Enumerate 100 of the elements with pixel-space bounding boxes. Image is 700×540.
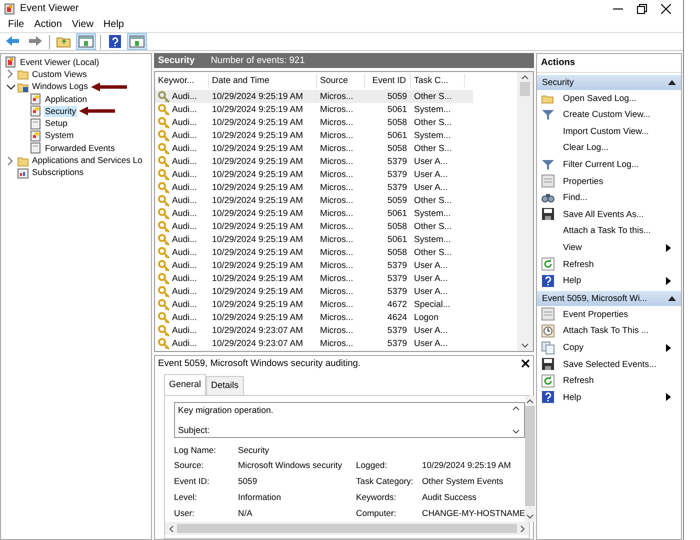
section-header[interactable]: Event 5059, Microsoft Wi... <box>537 291 681 306</box>
column-header[interactable]: Keywor... <box>155 74 209 88</box>
menu-item[interactable]: Help <box>98 17 129 32</box>
table-row[interactable]: Audi... 10/29/2024 9:25:19 AM Micros... 5058 Other S... <box>155 220 473 233</box>
command-link[interactable]: Clear Log... <box>537 140 681 156</box>
table-row[interactable]: Audi... 10/29/2024 9:25:19 AM Micros... 5379 User A... <box>155 168 473 181</box>
menu-item[interactable]: Action <box>29 17 67 32</box>
table-row[interactable]: Audi... 10/29/2024 9:25:19 AM Micros... 5061 System... <box>155 129 473 142</box>
scroll-down-icon[interactable] <box>526 514 534 520</box>
tree-item[interactable]: Application <box>44 94 88 105</box>
command-link[interactable]: Refresh <box>537 372 681 390</box>
tree-item[interactable]: Applications and Services Lo <box>31 155 144 166</box>
command-link[interactable]: Event Properties <box>537 306 681 323</box>
table-row[interactable]: Audi... 10/29/2024 9:23:07 AM Micros... 5379 User A... <box>155 337 473 350</box>
restore-icon[interactable] <box>637 4 647 14</box>
table-row[interactable]: Audi... 10/29/2024 9:25:19 AM Micros... 4624 Logon <box>155 311 473 324</box>
table-row[interactable]: Audi... 10/29/2024 9:25:19 AM Micros... 5379 User A... <box>155 181 473 194</box>
table-cell-text: 10/29/2024 9:25:19 AM <box>211 90 304 103</box>
menu-item[interactable]: File <box>3 17 30 32</box>
table-cell-text: Micros... <box>319 310 354 324</box>
table-cell-text: Audi... <box>171 168 197 181</box>
table-row[interactable]: Audi... 10/29/2024 9:25:19 AM Micros... 5061 System... <box>155 103 473 116</box>
tab[interactable]: General <box>164 374 206 394</box>
event-count: Number of events: 921 <box>210 54 305 67</box>
tree-item[interactable]: Custom Views <box>31 68 88 80</box>
scroll-up-icon[interactable] <box>521 74 529 80</box>
command-link[interactable]: Copy <box>537 339 681 356</box>
command-link[interactable]: Attach a Task To this... <box>537 222 681 240</box>
tree-item[interactable]: Setup <box>44 118 68 130</box>
column-header[interactable]: Task C... <box>411 74 465 88</box>
toolbar-button[interactable] <box>127 33 147 50</box>
command-link[interactable]: Import Custom View... <box>537 123 681 140</box>
column-header[interactable]: Date and Time <box>209 74 317 88</box>
command-link[interactable]: Attach Task To This ... <box>537 322 681 340</box>
field-value: Other System Events <box>422 475 504 488</box>
field-label: Computer: <box>356 507 398 520</box>
table-row[interactable]: Audi... 10/29/2024 9:25:19 AM Micros... 5058 Other S... <box>155 116 473 129</box>
table-row[interactable]: Audi... 10/29/2024 9:23:07 AM Micros... 5379 User A... <box>155 324 473 337</box>
table-row[interactable]: Audi... 10/29/2024 9:25:19 AM Micros... 4672 Special... <box>155 298 473 311</box>
table-row[interactable]: Audi... 10/29/2024 9:25:19 AM Micros... 5061 System... <box>155 207 473 220</box>
table-row[interactable]: Audi... 10/29/2024 9:25:19 AM Micros... 5379 User A... <box>155 272 473 285</box>
command-link[interactable]: Help <box>537 272 681 290</box>
table-cell-text: 5379 <box>386 154 408 168</box>
command-link[interactable]: Create Custom View... <box>537 106 681 124</box>
field-label: Task Category: <box>356 475 414 488</box>
scroll-thumb[interactable] <box>520 82 530 96</box>
tree-item[interactable]: Event Viewer (Local) <box>19 56 100 68</box>
command-link[interactable]: Properties <box>537 172 681 190</box>
command-link[interactable]: Help <box>537 389 681 406</box>
table-row[interactable]: Audi... 10/29/2024 9:25:19 AM Micros... 5379 User A... <box>155 285 473 298</box>
submenu-arrow-icon <box>666 344 671 352</box>
field-value: Audit Success <box>422 491 478 504</box>
menu-item[interactable]: View <box>66 17 98 32</box>
command-link[interactable]: Refresh <box>537 256 681 272</box>
tree-item[interactable]: Security <box>44 106 78 117</box>
command-link[interactable]: Find... <box>537 190 681 206</box>
column-header[interactable]: Source <box>317 74 365 88</box>
scroll-thumb[interactable] <box>525 406 536 506</box>
tree-item[interactable]: Windows Logs <box>31 81 89 92</box>
table-row[interactable]: Audi... 10/29/2024 9:25:19 AM Micros... 5058 Other S... <box>155 246 473 259</box>
scroll-left-icon[interactable] <box>168 524 174 532</box>
table-row[interactable]: Audi... 10/29/2024 9:25:19 AM Micros... 5061 System... <box>155 233 473 246</box>
table-row[interactable]: Audi... 10/29/2024 9:25:19 AM Micros... 5379 User A... <box>155 259 473 272</box>
section-header[interactable]: Security <box>537 74 681 90</box>
tree-item[interactable]: Subscriptions <box>31 167 85 178</box>
tab[interactable]: Details <box>206 376 244 394</box>
scroll-down-icon[interactable] <box>521 343 529 349</box>
scroll-right-icon[interactable] <box>520 524 526 532</box>
field-label: Keywords: <box>356 491 398 504</box>
table-row[interactable]: Audi... 10/29/2024 9:25:19 AM Micros... 5059 Other S... <box>155 90 473 103</box>
command-link[interactable]: Save Selected Events... <box>537 356 681 372</box>
table-cell-text: Micros... <box>319 220 354 233</box>
scrollbar[interactable] <box>165 522 529 535</box>
key-icon <box>158 168 170 180</box>
column-header[interactable]: Event ID <box>365 74 411 88</box>
scroll-down-icon[interactable] <box>512 428 520 434</box>
scrollbar[interactable] <box>517 72 533 351</box>
command-link[interactable]: Save All Events As... <box>537 206 681 223</box>
table-row[interactable]: Audi... 10/29/2024 9:25:19 AM Micros... 5058 Other S... <box>155 142 473 155</box>
table-cell-text: 5059 <box>386 194 408 207</box>
command-link[interactable]: Open Saved Log... <box>537 90 681 107</box>
clock-icon <box>541 324 555 338</box>
close-icon[interactable] <box>521 359 530 368</box>
scrollbar[interactable] <box>525 396 536 522</box>
properties-icon <box>541 174 555 188</box>
close-icon[interactable] <box>661 4 671 14</box>
command-link[interactable]: Filter Current Log... <box>537 156 681 173</box>
table-row[interactable]: Audi... 10/29/2024 9:25:19 AM Micros... 5379 User A... <box>155 155 473 168</box>
refresh-icon <box>541 257 555 272</box>
command-link[interactable]: View <box>537 239 681 256</box>
log-icon <box>30 142 42 154</box>
toolbar-button[interactable] <box>76 33 96 50</box>
tree-item[interactable]: Forwarded Events <box>44 142 116 154</box>
table-cell-text: Micros... <box>319 194 354 207</box>
table-row[interactable]: Audi... 10/29/2024 9:25:19 AM Micros... 5059 Other S... <box>155 194 473 207</box>
tree-item[interactable]: System <box>44 130 75 142</box>
table-cell-text: 10/29/2024 9:25:19 AM <box>211 128 304 142</box>
table-cell-text: 10/29/2024 9:25:19 AM <box>211 180 304 194</box>
table-cell-text: Audi... <box>171 336 197 350</box>
table-cell-text: System... <box>413 206 452 220</box>
